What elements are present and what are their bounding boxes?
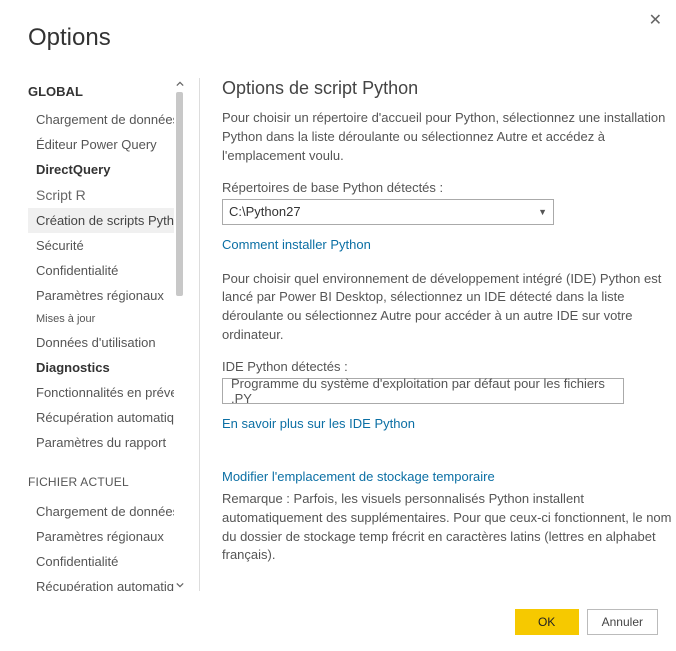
sidebar-container: GLOBAL Chargement de données Éditeur Pow… <box>28 78 200 591</box>
close-button[interactable]: ✕ <box>649 10 662 30</box>
intro-text: Pour choisir un répertoire d'accueil pou… <box>222 109 676 166</box>
section-header-file: FICHIER ACTUEL <box>28 455 174 499</box>
ok-button[interactable]: OK <box>515 609 579 635</box>
sidebar-item-pq-editor[interactable]: Éditeur Power Query <box>28 132 174 157</box>
python-home-dropdown[interactable]: C:\Python27 ▼ <box>222 199 554 225</box>
sidebar-item-preview[interactable]: Fonctionnalités en préversion <box>28 380 174 405</box>
sidebar-file-data-load[interactable]: Chargement de données <box>28 499 174 524</box>
dialog-footer: OK Annuler <box>515 609 658 635</box>
sidebar-scrollbar[interactable] <box>174 78 185 591</box>
scroll-track[interactable] <box>176 92 183 577</box>
sidebar-item-privacy[interactable]: Confidentialité <box>28 258 174 283</box>
content-title: Options de script Python <box>222 78 676 99</box>
dialog-title: Options <box>28 24 111 52</box>
content-panel: Options de script Python Pour choisir un… <box>200 78 676 591</box>
sidebar-item-diagnostics[interactable]: Diagnostics <box>28 355 174 380</box>
scroll-thumb[interactable] <box>176 92 183 296</box>
sidebar-file-autorecovery[interactable]: Récupération automatique <box>28 574 174 591</box>
sidebar-item-r-script[interactable]: Script R <box>28 182 174 208</box>
install-python-link[interactable]: Comment installer Python <box>222 237 371 252</box>
sidebar: GLOBAL Chargement de données Éditeur Pow… <box>28 78 174 591</box>
sidebar-item-data-load[interactable]: Chargement de données <box>28 107 174 132</box>
chevron-down-icon: ▼ <box>538 207 547 217</box>
scroll-down-icon[interactable] <box>174 579 186 591</box>
sidebar-item-security[interactable]: Sécurité <box>28 233 174 258</box>
ide-detected-value: Programme du système d'exploitation par … <box>231 376 615 406</box>
sidebar-item-python-script[interactable]: Création de scripts Python <box>28 208 174 233</box>
dialog-body: GLOBAL Chargement de données Éditeur Pow… <box>28 78 676 591</box>
sidebar-item-directquery[interactable]: DirectQuery <box>28 157 174 182</box>
sidebar-item-usage-data[interactable]: Données d'utilisation <box>28 330 174 355</box>
scroll-up-icon[interactable] <box>174 78 186 90</box>
sidebar-file-regional[interactable]: Paramètres régionaux <box>28 524 174 549</box>
sidebar-divider <box>199 78 200 591</box>
close-icon: ✕ <box>649 12 662 29</box>
sidebar-item-autorecovery[interactable]: Récupération automatique <box>28 405 174 430</box>
modify-storage-link[interactable]: Modifier l'emplacement de stockage tempo… <box>222 469 495 484</box>
python-home-value: C:\Python27 <box>229 204 301 219</box>
python-home-label: Répertoires de base Python détectés : <box>222 180 676 195</box>
ide-learn-more-link[interactable]: En savoir plus sur les IDE Python <box>222 416 415 431</box>
ide-intro-text: Pour choisir quel environnement de dével… <box>222 270 676 345</box>
sidebar-file-privacy[interactable]: Confidentialité <box>28 549 174 574</box>
sidebar-item-updates[interactable]: Mises à jour <box>28 308 174 330</box>
cancel-button[interactable]: Annuler <box>587 609 658 635</box>
section-header-global: GLOBAL <box>28 78 174 107</box>
ide-detected-box[interactable]: Programme du système d'exploitation par … <box>222 378 624 404</box>
ide-label: IDE Python détectés : <box>222 359 676 374</box>
sidebar-item-report-settings[interactable]: Paramètres du rapport <box>28 430 174 455</box>
storage-remark: Remarque : Parfois, les visuels personna… <box>222 490 676 565</box>
sidebar-item-regional[interactable]: Paramètres régionaux <box>28 283 174 308</box>
